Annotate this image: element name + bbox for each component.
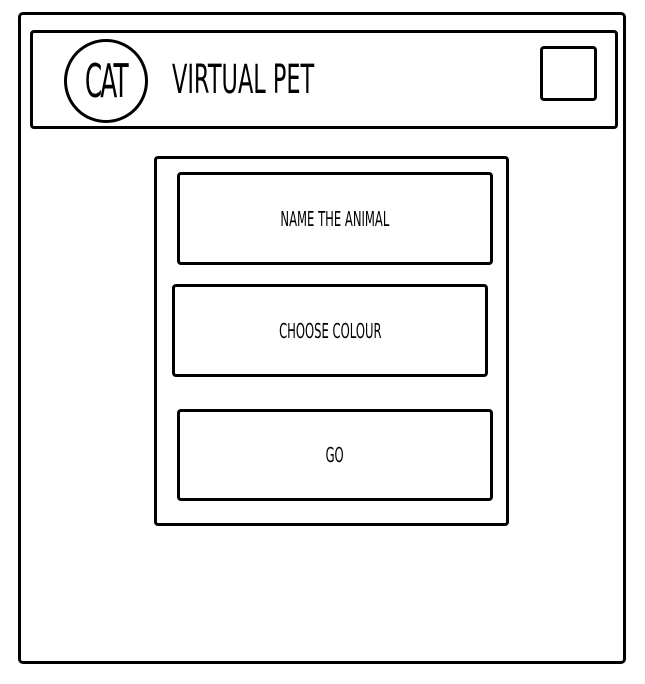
app-title: VIRTUAL PET (172, 57, 315, 103)
choose-colour-label: CHOOSE COLOUR (278, 318, 382, 343)
name-animal-button[interactable]: NAME THE ANIMAL (177, 172, 493, 265)
logo-text: CAT (85, 55, 129, 109)
go-label: GO (325, 443, 345, 467)
name-animal-label: NAME THE ANIMAL (280, 206, 390, 231)
choose-colour-button[interactable]: CHOOSE COLOUR (172, 284, 488, 377)
go-button[interactable]: GO (177, 409, 493, 501)
cat-logo: CAT (64, 39, 148, 123)
header-action-button[interactable] (540, 46, 597, 101)
